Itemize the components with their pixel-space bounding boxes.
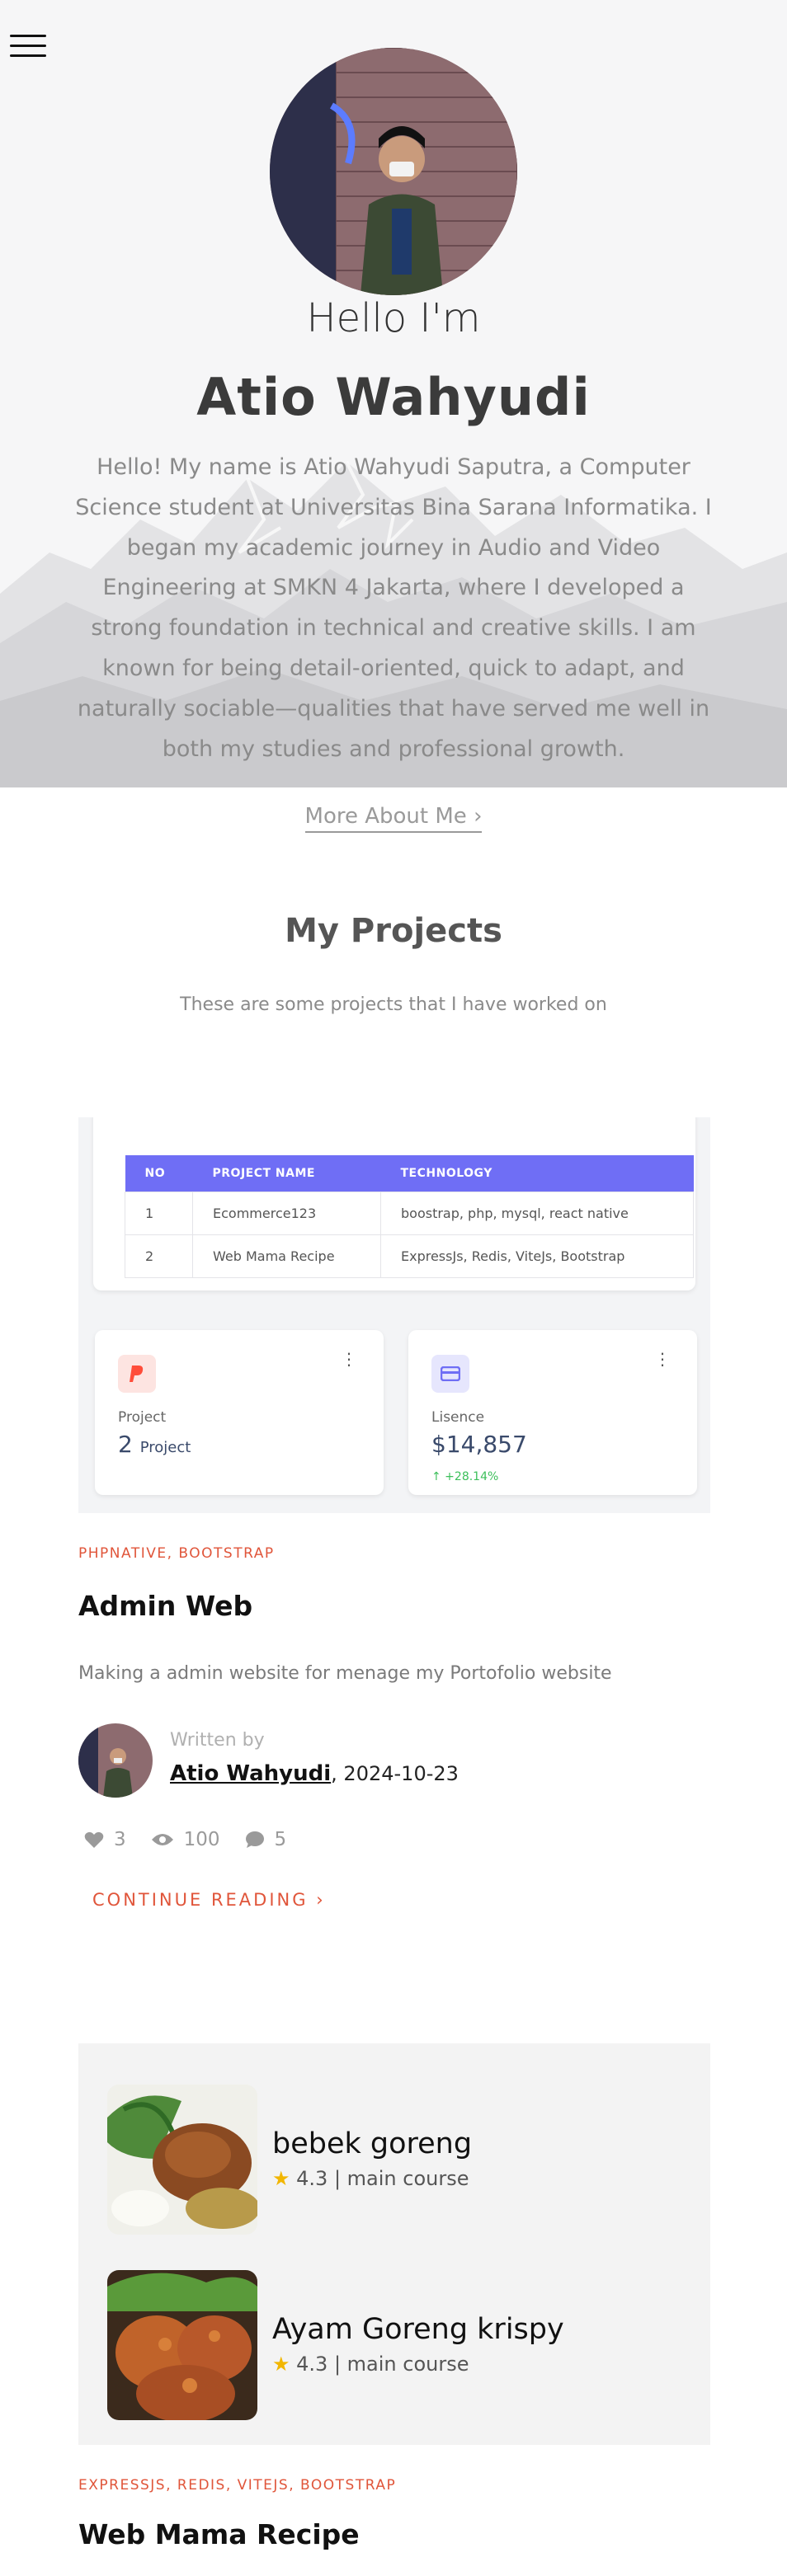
project-title[interactable]: Admin Web <box>78 1590 252 1622</box>
stat-label: Lisence <box>431 1409 485 1426</box>
paypal-icon <box>118 1355 156 1393</box>
table-header-no: NO <box>125 1155 193 1192</box>
table-header-technology: TECHNOLOGY <box>380 1155 694 1192</box>
post-date: , 2024-10-23 <box>331 1762 459 1785</box>
more-options-icon[interactable]: ⋮ <box>341 1351 357 1367</box>
table-cell: ExpressJs, Redis, ViteJs, Bootstrap <box>380 1234 694 1278</box>
profile-name: Atio Wahyudi <box>196 367 591 427</box>
recipe-item: bebek goreng ★ 4.3 | main course <box>107 2085 701 2235</box>
table-cell: 1 <box>125 1191 193 1235</box>
comments-count: 5 <box>274 1829 287 1850</box>
more-about-me-container: More About Me › <box>0 804 787 833</box>
author-avatar <box>78 1723 153 1798</box>
project-table-card: NO PROJECT NAME TECHNOLOGY 1 Ecommerce12… <box>93 1117 695 1290</box>
profile-bio: Hello! My name is Atio Wahyudi Saputra, … <box>75 454 712 762</box>
project-thumbnail-web-mama-recipe[interactable]: bebek goreng ★ 4.3 | main course Ayam Go… <box>78 2043 710 2445</box>
recipe-rating: 4.3 <box>296 2167 328 2190</box>
table-row: 1 Ecommerce123 boostrap, php, mysql, rea… <box>125 1191 694 1235</box>
project-table: NO PROJECT NAME TECHNOLOGY 1 Ecommerce12… <box>125 1155 694 1278</box>
table-cell: Ecommerce123 <box>192 1191 381 1235</box>
recipe-name: Ayam Goreng krispy <box>272 2313 564 2346</box>
comments-stat[interactable]: 5 <box>245 1829 287 1850</box>
eye-icon <box>151 1834 173 1845</box>
stat-value: $14,857 <box>431 1431 527 1458</box>
table-header-project-name: PROJECT NAME <box>192 1155 381 1192</box>
projects-title: My Projects <box>285 912 502 950</box>
likes-count: 3 <box>114 1829 126 1850</box>
written-by-label: Written by <box>170 1730 265 1751</box>
table-cell: 2 <box>125 1234 193 1278</box>
recipe-category: main course <box>346 2353 469 2376</box>
recipe-item: Ayam Goreng krispy ★ 4.3 | main course <box>107 2270 701 2420</box>
table-cell: boostrap, php, mysql, react native <box>380 1191 694 1235</box>
project-tags[interactable]: EXPRESSJS, REDIS, VITEJS, BOOTSTRAP <box>78 2477 396 2494</box>
more-options-icon[interactable]: ⋮ <box>654 1351 671 1367</box>
author-link[interactable]: Atio Wahyudi <box>170 1761 331 1786</box>
project-description: Making a admin website for menage my Por… <box>78 1663 612 1684</box>
recipe-image <box>107 2270 257 2420</box>
stat-label: Project <box>118 1409 167 1426</box>
more-about-me-link[interactable]: More About Me › <box>304 804 483 833</box>
table-row: 2 Web Mama Recipe ExpressJs, Redis, Vite… <box>125 1234 694 1278</box>
projects-subtitle: These are some projects that I have work… <box>180 994 607 1015</box>
recipe-meta: ★ 4.3 | main course <box>272 2353 469 2376</box>
recipe-meta: ★ 4.3 | main course <box>272 2167 469 2190</box>
star-icon: ★ <box>272 2353 290 2376</box>
greeting-text: Hello I'm <box>306 295 481 341</box>
views-count: 100 <box>183 1829 220 1850</box>
recipe-rating: 4.3 <box>296 2353 328 2376</box>
post-stats: 3 100 5 <box>84 1829 303 1850</box>
project-thumbnail-admin-web[interactable]: NO PROJECT NAME TECHNOLOGY 1 Ecommerce12… <box>78 1117 710 1513</box>
author-line: Atio Wahyudi, 2024-10-23 <box>170 1761 459 1786</box>
heart-icon <box>84 1831 104 1848</box>
table-cell: Web Mama Recipe <box>192 1234 381 1278</box>
recipe-image <box>107 2085 257 2235</box>
credit-card-icon <box>431 1355 469 1393</box>
project-tags[interactable]: PHPNATIVE, BOOTSTRAP <box>78 1545 275 1562</box>
stat-value: 2 Project <box>118 1431 191 1458</box>
profile-avatar <box>270 48 517 295</box>
menu-icon[interactable] <box>10 33 48 61</box>
recipe-name: bebek goreng <box>272 2127 473 2160</box>
project-title[interactable]: Web Mama Recipe <box>78 2518 360 2550</box>
recipe-category: main course <box>346 2167 469 2190</box>
continue-reading-link[interactable]: CONTINUE READING › <box>92 1890 326 1910</box>
stat-card-lisence: ⋮ Lisence $14,857 ↑ +28.14% <box>408 1330 697 1495</box>
hero-section: Hello I'm Atio Wahyudi Hello! My name is… <box>0 0 787 787</box>
comment-icon <box>245 1831 264 1848</box>
stat-change: ↑ +28.14% <box>431 1470 499 1483</box>
star-icon: ★ <box>272 2167 290 2190</box>
stat-card-project: ⋮ Project 2 Project <box>95 1330 384 1495</box>
likes-stat[interactable]: 3 <box>84 1829 126 1850</box>
views-stat: 100 <box>151 1829 220 1850</box>
